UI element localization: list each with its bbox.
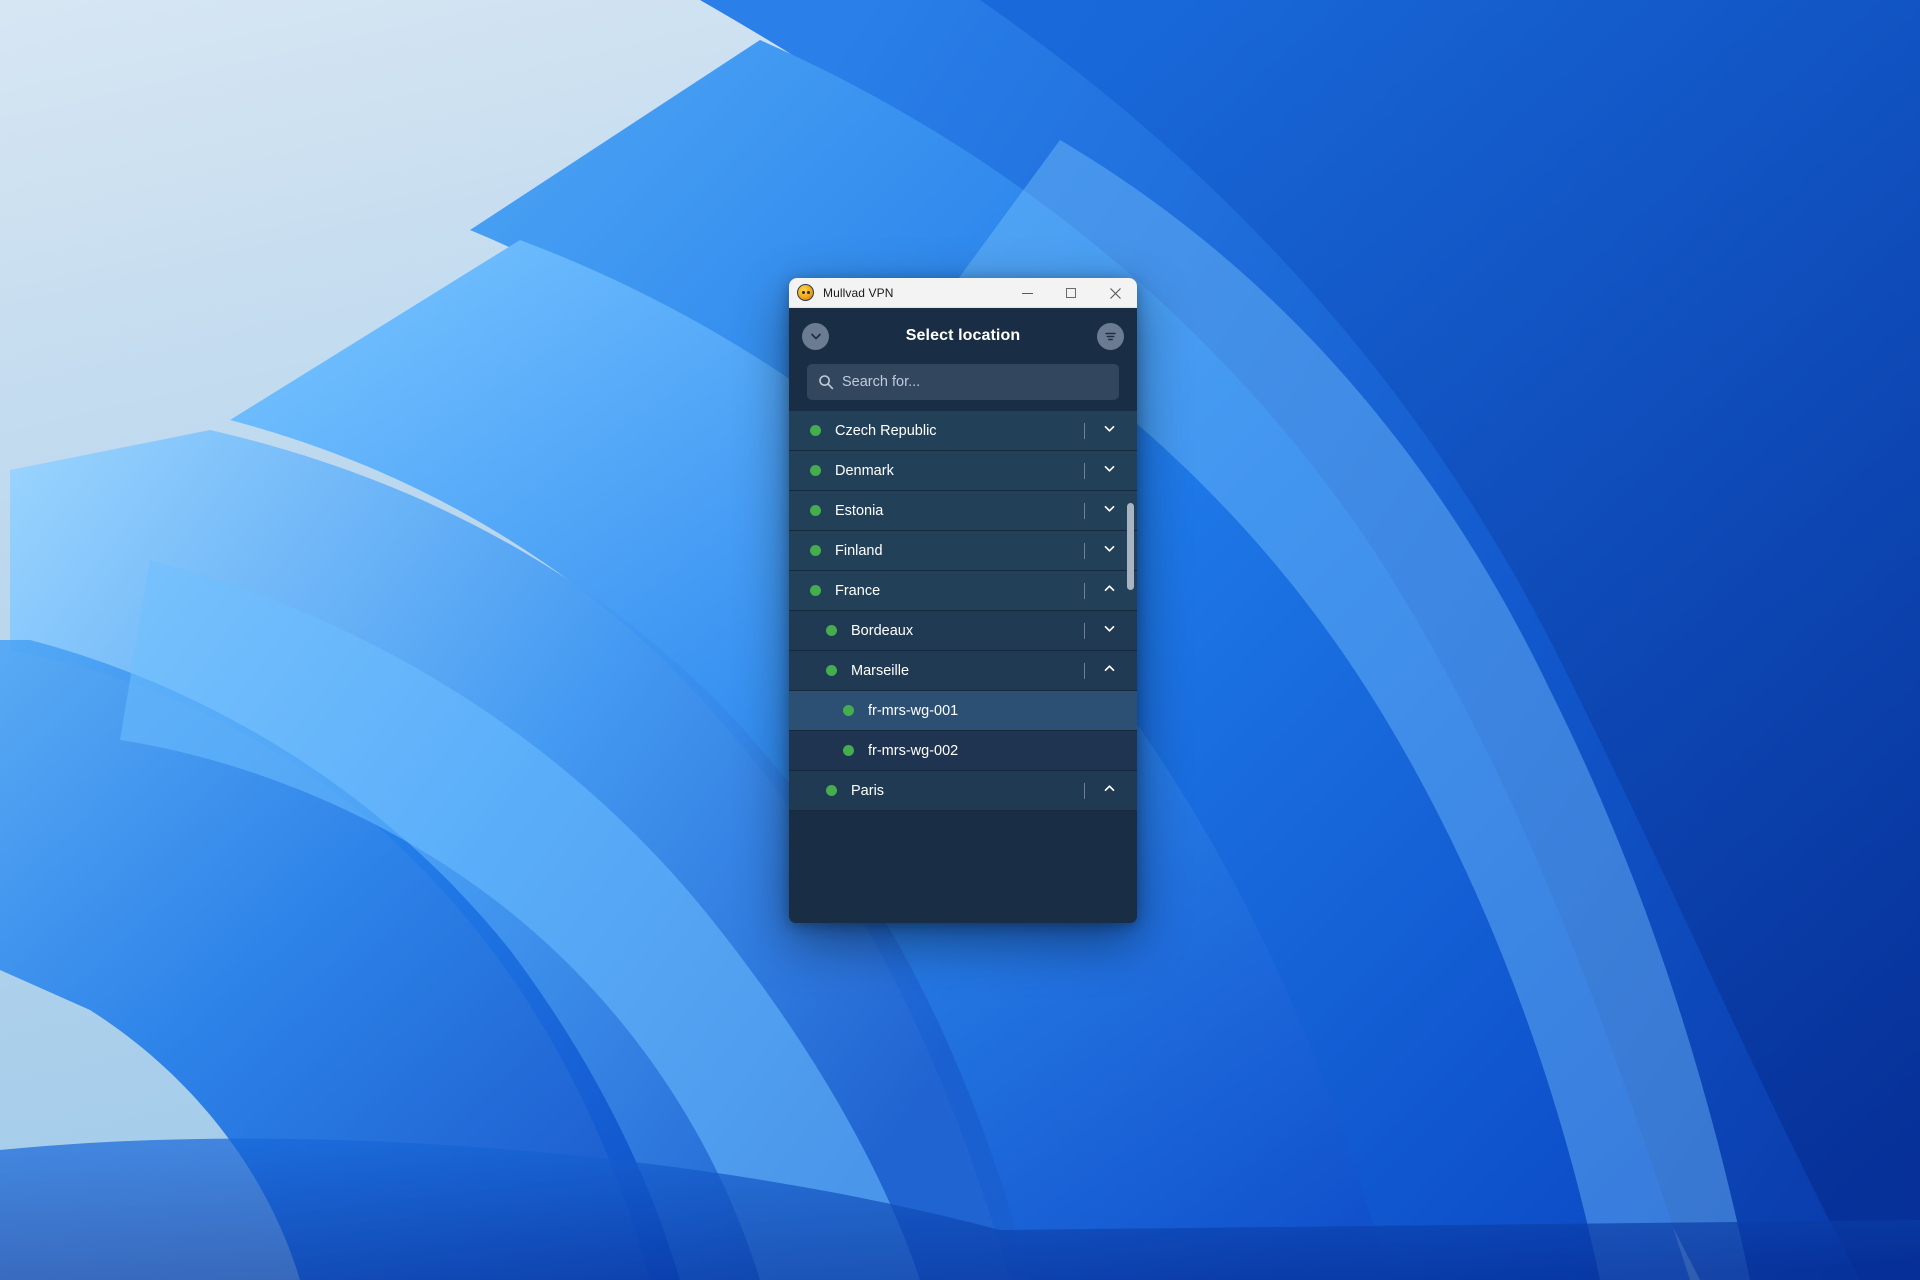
- location-label: Marseille: [851, 662, 910, 679]
- location-label: Bordeaux: [851, 622, 914, 639]
- location-label: Denmark: [835, 462, 894, 479]
- expand-button[interactable]: [1089, 411, 1129, 450]
- location-label: Estonia: [835, 502, 884, 519]
- page-title: Select location: [905, 327, 1021, 344]
- chevron-down-icon: [1102, 621, 1117, 641]
- search-icon: [819, 375, 834, 390]
- status-dot-icon: [810, 505, 821, 516]
- location-row-country[interactable]: Czech Republic: [789, 411, 1137, 451]
- window-controls: [1005, 278, 1137, 308]
- row-divider: [1084, 423, 1085, 439]
- row-divider: [1084, 503, 1085, 519]
- location-label: fr-mrs-wg-002: [868, 742, 959, 759]
- chevron-down-icon: [1102, 461, 1117, 481]
- row-divider: [1084, 463, 1085, 479]
- status-dot-icon: [810, 465, 821, 476]
- minimize-icon: [1021, 292, 1033, 294]
- location-row-country[interactable]: Estonia: [789, 491, 1137, 531]
- row-divider: [1084, 663, 1085, 679]
- list-scrollbar[interactable]: [1127, 411, 1134, 923]
- close-button[interactable]: [1093, 278, 1137, 308]
- location-label: fr-mrs-wg-001: [868, 702, 959, 719]
- window-titlebar[interactable]: Mullvad VPN: [789, 278, 1137, 308]
- row-divider: [1084, 583, 1085, 599]
- location-label: Czech Republic: [835, 422, 937, 439]
- maximize-icon: [1066, 288, 1076, 298]
- status-dot-icon: [843, 705, 854, 716]
- location-label: France: [835, 582, 881, 599]
- filter-button[interactable]: [1097, 322, 1124, 350]
- row-divider: [1084, 783, 1085, 799]
- location-row-country[interactable]: France: [789, 571, 1137, 611]
- location-row-country[interactable]: Finland: [789, 531, 1137, 571]
- row-divider: [1084, 543, 1085, 559]
- location-row-city[interactable]: Marseille: [789, 651, 1137, 691]
- search-section: Search for...: [789, 364, 1137, 411]
- collapse-button[interactable]: [1089, 651, 1129, 690]
- chevron-up-icon: [1102, 661, 1117, 681]
- chevron-down-icon: [1102, 501, 1117, 521]
- expand-button[interactable]: [1089, 531, 1129, 570]
- chevron-up-icon: [1102, 581, 1117, 601]
- status-dot-icon: [810, 585, 821, 596]
- search-placeholder-text: Search for...: [842, 374, 921, 390]
- desktop-wallpaper: Mullvad VPN Select location Search for..…: [0, 0, 1920, 1280]
- collapse-button[interactable]: [1089, 771, 1129, 810]
- chevron-down-icon: [810, 333, 821, 340]
- row-divider: [1084, 623, 1085, 639]
- chevron-down-icon: [1102, 421, 1117, 441]
- scrollbar-thumb[interactable]: [1127, 503, 1134, 591]
- status-dot-icon: [826, 625, 837, 636]
- chevron-up-icon: [1102, 781, 1117, 801]
- location-row-server[interactable]: fr-mrs-wg-002: [789, 731, 1137, 771]
- status-dot-icon: [810, 545, 821, 556]
- location-list[interactable]: Czech Republic Denmark Estonia Finland Franc…: [789, 411, 1137, 923]
- close-icon: [1109, 287, 1121, 299]
- status-dot-icon: [826, 785, 837, 796]
- location-row-city[interactable]: Bordeaux: [789, 611, 1137, 651]
- location-row-server[interactable]: fr-mrs-wg-001: [789, 691, 1137, 731]
- status-dot-icon: [843, 745, 854, 756]
- window-title: Mullvad VPN: [823, 285, 894, 300]
- location-rows-container: Czech Republic Denmark Estonia Finland Franc…: [789, 411, 1137, 811]
- expand-button[interactable]: [1089, 611, 1129, 650]
- status-dot-icon: [810, 425, 821, 436]
- status-dot-icon: [826, 665, 837, 676]
- minimize-button[interactable]: [1005, 278, 1049, 308]
- search-input[interactable]: Search for...: [807, 364, 1119, 400]
- collapse-button[interactable]: [1089, 571, 1129, 610]
- mullvad-mole-icon: [797, 284, 814, 301]
- expand-button[interactable]: [1089, 451, 1129, 490]
- expand-button[interactable]: [1089, 491, 1129, 530]
- location-label: Paris: [851, 782, 885, 799]
- maximize-button[interactable]: [1049, 278, 1093, 308]
- mullvad-vpn-window: Mullvad VPN Select location Search for..…: [789, 278, 1137, 923]
- back-button[interactable]: [802, 322, 829, 350]
- location-label: Finland: [835, 542, 883, 559]
- app-header: Select location: [789, 308, 1137, 364]
- filter-icon: [1105, 332, 1116, 340]
- location-row-city[interactable]: Paris: [789, 771, 1137, 811]
- location-row-country[interactable]: Denmark: [789, 451, 1137, 491]
- chevron-down-icon: [1102, 541, 1117, 561]
